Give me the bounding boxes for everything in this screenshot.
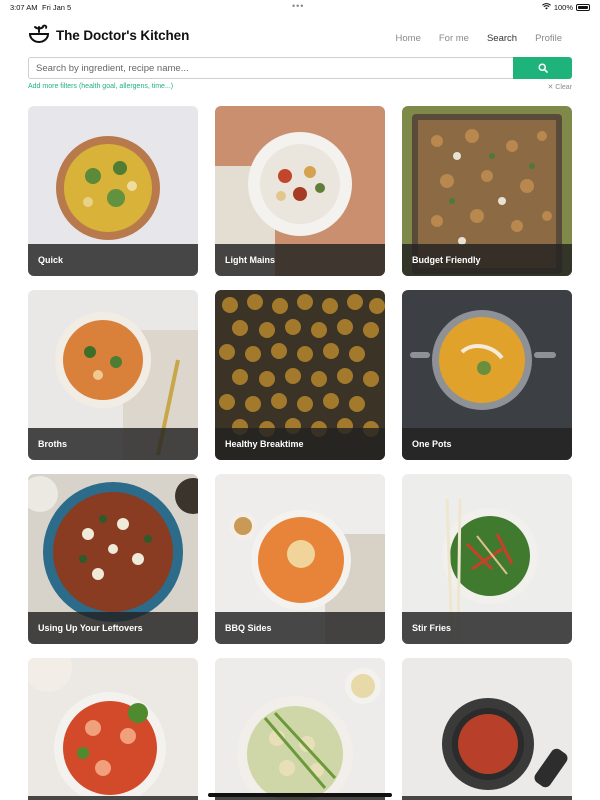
- search-input[interactable]: [28, 57, 513, 79]
- nav-search[interactable]: Search: [487, 33, 517, 44]
- add-filters-link[interactable]: Add more filters (health goal, allergens…: [28, 83, 173, 90]
- category-card-light-mains[interactable]: Light Mains: [215, 106, 385, 276]
- category-card-quick[interactable]: Quick: [28, 106, 198, 276]
- category-card-healthy-breaktime[interactable]: Healthy Breaktime: [215, 290, 385, 460]
- search-button[interactable]: [513, 57, 572, 79]
- card-label: One Pots: [412, 439, 452, 449]
- nav-profile[interactable]: Profile: [535, 33, 562, 44]
- category-card-one-pots[interactable]: One Pots: [402, 290, 572, 460]
- battery-percent: 100%: [553, 3, 573, 12]
- category-card-stir-fries[interactable]: Stir Fries: [402, 474, 572, 644]
- category-card-potato-salad[interactable]: [215, 658, 385, 800]
- top-nav: Home For me Search Profile: [396, 33, 562, 44]
- battery-icon: [576, 4, 590, 11]
- card-label: BBQ Sides: [225, 623, 272, 633]
- category-card-bbq-sides[interactable]: BBQ Sides: [215, 474, 385, 644]
- nav-home[interactable]: Home: [396, 33, 421, 44]
- status-time: 3:07 AM: [10, 3, 38, 12]
- card-label-bar: [28, 796, 198, 800]
- card-label: Using Up Your Leftovers: [38, 623, 143, 633]
- spice-mortar-image: [402, 658, 572, 800]
- category-card-broths[interactable]: Broths: [28, 290, 198, 460]
- card-label: Broths: [38, 439, 67, 449]
- card-label: Healthy Breaktime: [225, 439, 304, 449]
- nav-for-me[interactable]: For me: [439, 33, 469, 44]
- prawn-noodle-bowl-image: [28, 658, 198, 800]
- brand-name: The Doctor's Kitchen: [56, 27, 190, 43]
- status-bar: 3:07 AM Fri Jan 5 ••• 100%: [0, 0, 600, 14]
- card-label: Budget Friendly: [412, 255, 481, 265]
- multitasking-dots[interactable]: •••: [292, 1, 304, 11]
- card-label: Light Mains: [225, 255, 275, 265]
- app-header: The Doctor's Kitchen Home For me Search …: [28, 24, 572, 52]
- wifi-icon: [541, 3, 551, 12]
- card-label-bar: [402, 796, 572, 800]
- potato-salad-plate-image: [215, 658, 385, 800]
- category-card-spice-mortar[interactable]: [402, 658, 572, 800]
- filters-row: Add more filters (health goal, allergens…: [28, 83, 572, 93]
- search-bar: [28, 57, 572, 79]
- status-right: 100%: [541, 3, 590, 12]
- card-label: Stir Fries: [412, 623, 452, 633]
- clear-button[interactable]: ✕ Clear: [547, 83, 572, 91]
- category-card-using-up-your-leftovers[interactable]: Using Up Your Leftovers: [28, 474, 198, 644]
- bowl-logo-icon: [28, 24, 50, 43]
- search-icon: [537, 63, 548, 73]
- home-indicator[interactable]: [208, 793, 392, 797]
- category-card-noodle-bowl[interactable]: [28, 658, 198, 800]
- brand-logo[interactable]: The Doctor's Kitchen: [28, 24, 189, 46]
- status-date: Fri Jan 5: [42, 3, 72, 12]
- category-card-budget-friendly[interactable]: Budget Friendly: [402, 106, 572, 276]
- card-label: Quick: [38, 255, 64, 265]
